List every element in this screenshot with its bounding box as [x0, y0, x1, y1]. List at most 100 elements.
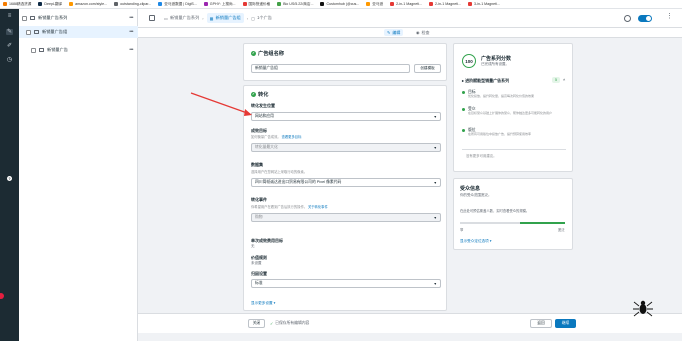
dropdown-arrow-icon: ▼: [433, 145, 437, 150]
help-text: 如何衡量广告成效。: [251, 135, 281, 139]
bookmark-favicon-icon: [320, 2, 325, 6]
dataset-select[interactable]: 四川简帧诚达进出口贸易有限公司的 Pixel 像素代码 ▼: [251, 178, 441, 187]
clock-icon[interactable]: ◷: [6, 57, 13, 63]
more-goals-link[interactable]: 查看更多目标: [282, 135, 302, 139]
chevron-right-icon: ›: [202, 15, 204, 21]
bookmark-item[interactable]: Customhub (@cus...: [320, 2, 359, 6]
bookmark-item[interactable]: GPHY: 上搜尚...: [203, 1, 236, 7]
select-value: 购物: [255, 215, 263, 219]
bookmark-item[interactable]: 亚马逊数据 | DigiS...: [158, 2, 197, 7]
audience-desc: 在此处可预估覆盖人数，实时查看受众的规模。: [460, 209, 530, 213]
breadcrumb-label: 新销量广告系列: [169, 15, 200, 20]
option-desc: 在所有可用版位中投放广告，提升预算使用效率: [468, 132, 532, 136]
card-title-text: 广告组名称: [258, 51, 284, 57]
bookmark-label: GPHY: 上搜尚...: [209, 1, 236, 6]
sidebar-toggle-icon[interactable]: [149, 15, 155, 21]
conversion-location-select[interactable]: 网站和应用 ▼: [251, 112, 441, 121]
bookmark-favicon-icon: [158, 2, 163, 6]
perf-goal-sub: 如何衡量广告成效。 查看更多目标: [251, 134, 301, 139]
card-title: ✓ 广告组名称: [251, 50, 284, 57]
bookmark-favicon-icon: [203, 2, 208, 6]
tab-edit[interactable]: ✎ 编辑: [384, 29, 404, 36]
more-options-icon[interactable]: •••: [129, 29, 133, 35]
bookmark-item[interactable]: DeepL翻译: [38, 2, 62, 7]
bookmark-label: 亚马逊: [372, 1, 384, 6]
status-circle-icon: [624, 15, 631, 22]
show-more-settings-link[interactable]: 显示更多设置 ▾: [251, 301, 275, 306]
bookmark-label: 2-in-1 Magneti...: [435, 2, 461, 6]
bookmark-favicon-icon: [277, 2, 282, 6]
tree-item-ad[interactable]: 新销量广告 •••: [19, 44, 138, 56]
folder-icon: [30, 16, 35, 20]
bookmark-item[interactable]: amazon.com/style...: [69, 2, 107, 6]
bookmark-label: DeepL翻译: [44, 1, 63, 6]
adset-name-input[interactable]: 新销量广告组: [251, 64, 410, 73]
conversion-event-link[interactable]: 关于转化事件: [308, 205, 328, 209]
show-audience-options-link[interactable]: 显示受众定位选项 ▾: [460, 239, 492, 244]
tree-item-adset[interactable]: 新销量广告组 •••: [19, 26, 138, 38]
ad-icon: [39, 48, 44, 52]
audience-title: 受众信息: [460, 186, 481, 192]
edit-alt-icon[interactable]: ✐: [6, 43, 13, 49]
card-title: ✓ 转化: [251, 91, 268, 98]
bookmark-favicon-icon: [468, 2, 472, 6]
score-section[interactable]: ▸ 进阶赋能型销量广告系列: [462, 78, 509, 84]
checkbox[interactable]: [22, 15, 27, 21]
bookmark-item[interactable]: 2-in-1 Magneti...: [429, 2, 461, 6]
status-dot-icon: [462, 108, 465, 111]
option-desc: 在目标受众基础上扩展你的受众，帮你触达更多可能转化的用户: [468, 111, 553, 115]
next-button[interactable]: 继续: [555, 319, 576, 328]
back-button[interactable]: 返回: [530, 319, 552, 328]
more-options-icon[interactable]: •••: [129, 15, 133, 21]
dropdown-arrow-icon: ▼: [433, 180, 437, 185]
bookmark-favicon-icon: [38, 2, 43, 6]
bookmark-item[interactable]: Bio US/5.22/商店...: [277, 2, 313, 7]
bookmark-item[interactable]: 3-in-1 Magneti...: [468, 2, 500, 6]
checkbox[interactable]: [31, 47, 36, 53]
bookmark-item[interactable]: 国际快递价格: [242, 2, 270, 7]
dropdown-arrow-icon: ▼: [433, 281, 437, 286]
dropdown-arrow-icon: ▼: [433, 114, 437, 119]
close-button[interactable]: 关闭: [248, 319, 265, 328]
tree-item-label: 新销量广告组: [42, 29, 68, 34]
tree-item-campaign[interactable]: 新销量广告系列 •••: [19, 12, 138, 24]
attribution-select[interactable]: 标准 ▼: [251, 279, 441, 288]
bookmark-label: amazon.com/style...: [75, 2, 108, 6]
menu-icon[interactable]: ≡: [6, 13, 13, 19]
breadcrumb-adset[interactable]: ▦ 新销量广告组: [206, 13, 244, 23]
check-icon: ✓: [251, 51, 256, 56]
campaign-score-card: 100 广告系列分数 已完成所有设置。 ▸ 进阶赋能型销量广告系列 5 ˄ 目标…: [453, 43, 573, 172]
breadcrumb-ad[interactable]: ▢ 1个广告: [251, 15, 272, 21]
ad-icon: ▢: [251, 15, 256, 21]
more-options-icon[interactable]: ⋮: [666, 12, 673, 20]
chevron-down-icon: ▾: [489, 239, 492, 243]
bookmark-item[interactable]: outstanding-clipar...: [114, 2, 151, 6]
dataset-sub: 选择用户在您网站上采取行动的像素。: [251, 170, 308, 174]
audience-sub: 你的受众范围宽泛。: [460, 193, 492, 197]
chevron-up-icon[interactable]: ˄: [563, 77, 565, 82]
score-badge: 5: [552, 77, 560, 83]
header-bar: ▭ 新销量广告系列 › ▦ 新销量广告组 › ▢ 1个广告 ⋮: [138, 9, 682, 28]
create-template-button[interactable]: 创建模板: [414, 64, 441, 73]
breadcrumb-label: 新销量广告组: [215, 15, 241, 20]
bookmark-label: Customhub (@cus...: [326, 2, 360, 6]
dropdown-arrow-icon: ▼: [433, 215, 437, 220]
tree-item-label: 新销量广告系列: [38, 15, 68, 20]
edit-pencil-icon[interactable]: ✎: [6, 29, 13, 35]
breadcrumb-campaign[interactable]: ▭ 新销量广告系列: [164, 15, 199, 21]
bookmark-item[interactable]: 亚马逊: [366, 2, 383, 7]
notification-dot-icon: [0, 293, 4, 299]
bookmark-item[interactable]: 2-in-1 Magneti...: [390, 2, 422, 6]
help-icon[interactable]: ?: [7, 176, 12, 181]
edit-review-bar: ✎ 编辑 ◉ 检查: [138, 28, 682, 38]
check-icon: ✓: [251, 92, 256, 97]
link-label: 显示受众定位选项: [460, 239, 489, 243]
more-options-icon[interactable]: •••: [129, 47, 133, 53]
bookmark-favicon-icon: [3, 2, 7, 6]
bookmark-favicon-icon: [429, 2, 434, 6]
bookmark-item[interactable]: 1688精选货源: [3, 2, 31, 7]
checkbox[interactable]: [26, 29, 31, 35]
help-text: 你希望用户在看到广告后执行的操作。: [251, 205, 308, 209]
tab-review[interactable]: ◉ 检查: [413, 29, 433, 36]
on-off-toggle[interactable]: [638, 15, 652, 22]
